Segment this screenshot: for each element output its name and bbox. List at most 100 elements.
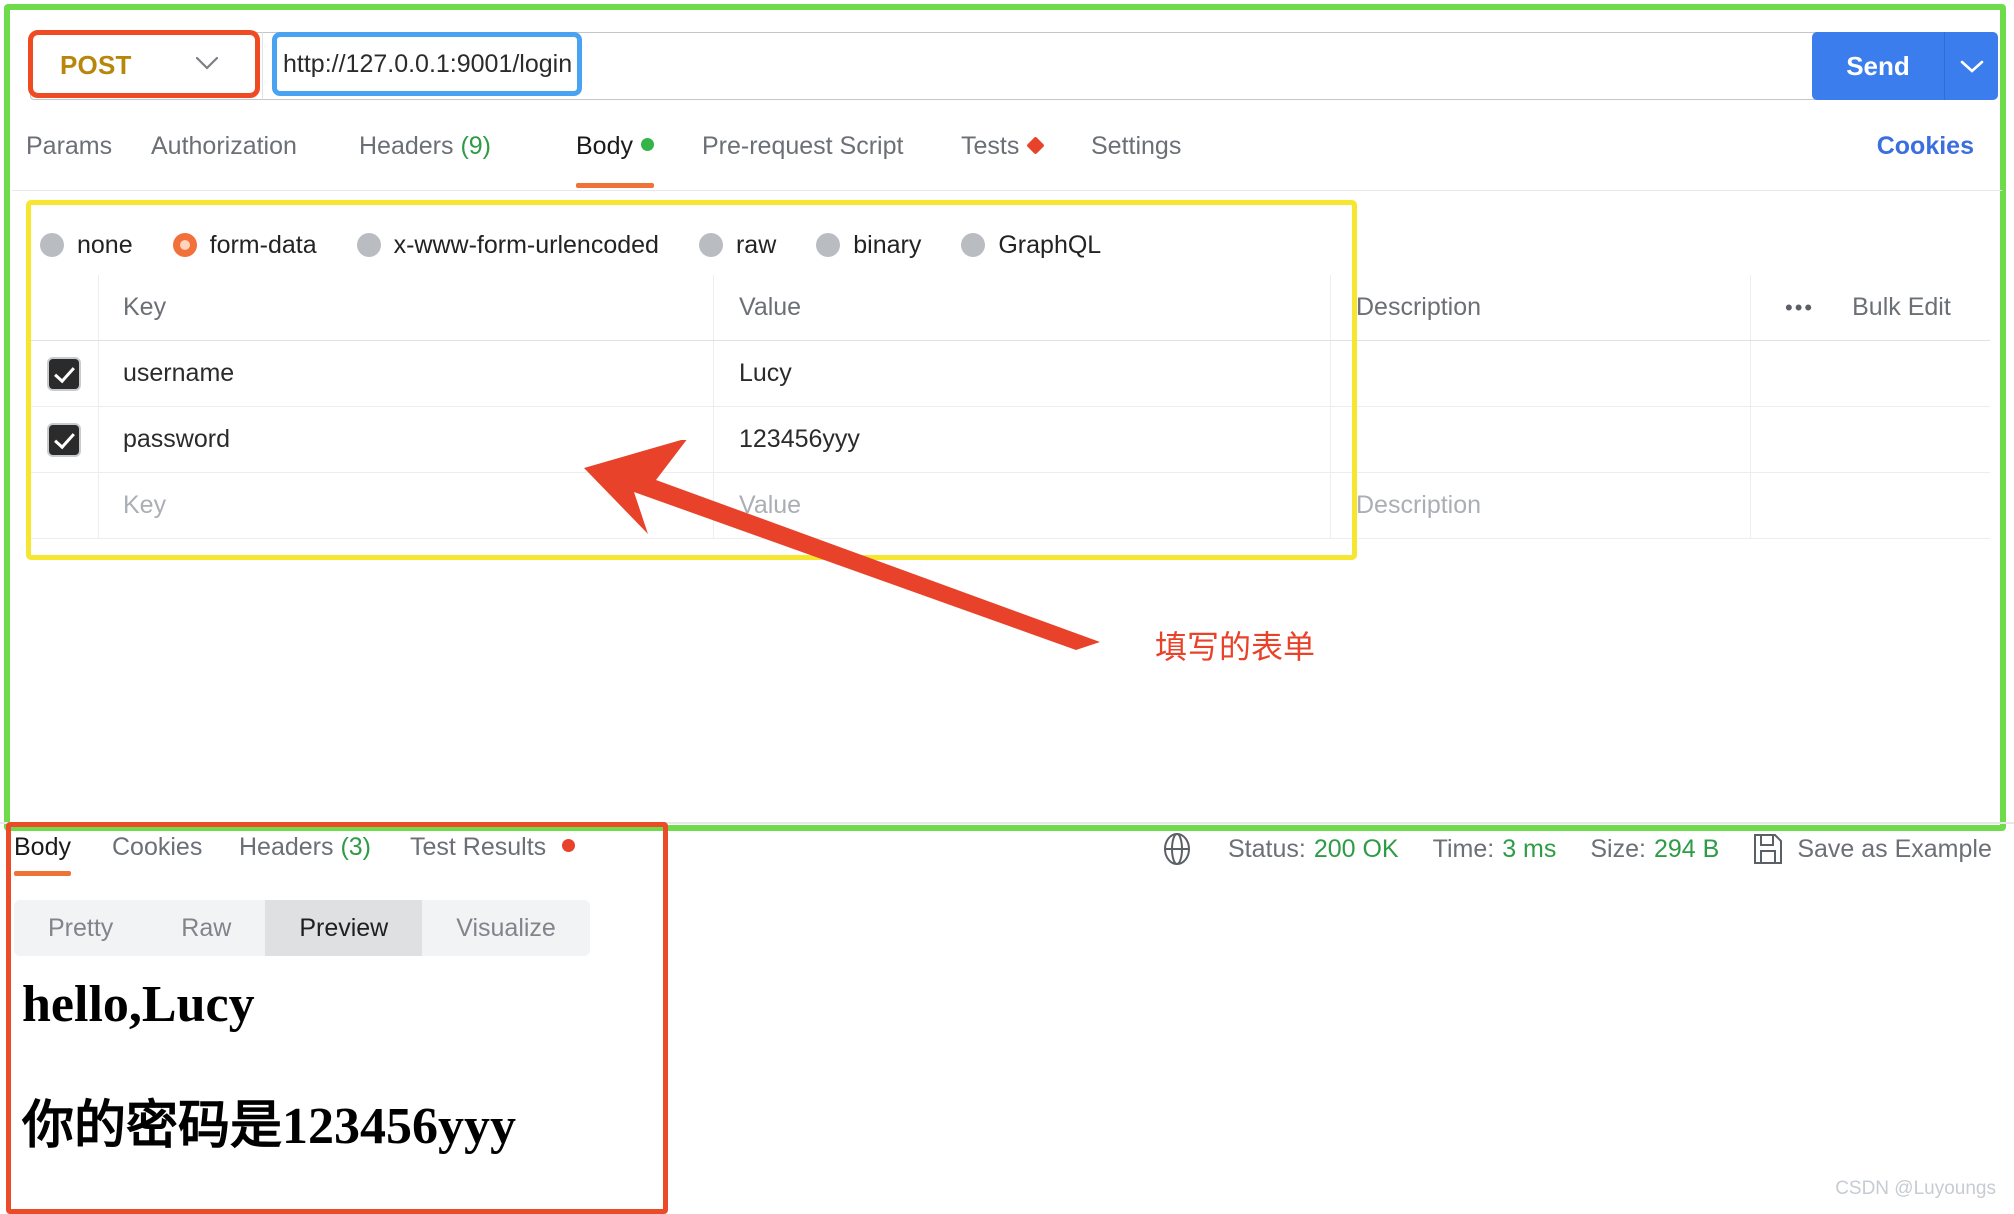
size-badge: Size: 294 B [1590, 835, 1719, 864]
row-value-cell[interactable]: Lucy [714, 341, 1331, 406]
send-options-button[interactable] [1945, 32, 1998, 100]
radio-icon [698, 233, 723, 257]
column-header-value: Value [714, 275, 1331, 340]
table-header-row: Key Value Description ••• Bulk Edit [30, 275, 1990, 341]
request-url-value: http://127.0.0.1:9001/login [283, 50, 573, 78]
response-tab-cookies[interactable]: Cookies [112, 833, 202, 862]
postman-window: POST http://127.0.0.1:9001/login Send Pa… [0, 0, 2014, 1214]
table-row[interactable]: password 123456yyy [30, 407, 1990, 473]
time-label: Time: [1432, 834, 1495, 863]
view-mode-raw[interactable]: Raw [147, 900, 265, 956]
radio-icon [816, 233, 841, 257]
radio-selected-icon [172, 233, 197, 257]
watermark: CSDN @Luyoungs [1835, 1178, 1996, 1199]
view-mode-visualize[interactable]: Visualize [422, 900, 590, 956]
row-value-cell[interactable]: 123456yyy [714, 407, 1331, 472]
response-headers-count-badge: (3) [340, 833, 372, 861]
tests-modified-diamond-icon [1026, 136, 1046, 155]
response-view-mode-group: Pretty Raw Preview Visualize [14, 900, 590, 956]
body-type-radio-group: none form-data x-www-form-urlencoded raw… [40, 215, 1141, 275]
save-as-example-button[interactable]: Save as Example [1797, 835, 1992, 864]
chevron-down-icon [1960, 60, 1983, 73]
row-checkbox-cell[interactable] [30, 407, 99, 472]
tabs-divider [12, 190, 2002, 191]
column-header-description: Description [1331, 275, 1751, 340]
row-actions-cell [1751, 341, 1990, 406]
radio-label: GraphQL [998, 230, 1102, 259]
row-description-cell[interactable] [1331, 341, 1751, 406]
radio-label: x-www-form-urlencoded [393, 230, 659, 259]
http-method-value: POST [60, 50, 132, 80]
tab-label: Headers [359, 132, 454, 160]
tab-label: Test Results [410, 833, 547, 861]
send-button[interactable]: Send [1812, 32, 1945, 100]
radio-icon [356, 233, 381, 257]
response-tab-test-results[interactable]: Test Results [410, 833, 576, 862]
radio-label: none [77, 230, 133, 259]
tab-label: Headers [239, 833, 334, 861]
request-tab-bar: Params Authorization Headers (9) Body Pr… [26, 132, 1926, 190]
form-data-table: Key Value Description ••• Bulk Edit user… [30, 275, 1990, 539]
tab-settings[interactable]: Settings [1091, 132, 1181, 176]
body-type-form-data[interactable]: form-data [172, 230, 317, 260]
new-row-key-input[interactable]: Key [99, 473, 714, 538]
active-tab-underline [14, 871, 71, 876]
globe-icon [1160, 832, 1194, 866]
radio-label: form-data [209, 230, 317, 259]
time-badge: Time: 3 ms [1433, 835, 1557, 864]
chevron-down-icon [196, 56, 218, 70]
response-panel-divider [0, 822, 2014, 824]
new-row-description-input[interactable]: Description [1331, 473, 1751, 538]
annotation-label: 填写的表单 [1155, 629, 1316, 665]
tab-params[interactable]: Params [26, 132, 112, 176]
body-type-none[interactable]: none [40, 231, 133, 260]
row-key-cell[interactable]: username [99, 341, 714, 406]
active-tab-underline [576, 183, 654, 188]
bulk-edit-label[interactable]: Bulk Edit [1852, 293, 1951, 322]
test-results-dot-icon [562, 839, 576, 852]
response-preview-content: hello,Lucy 你的密码是123456yyy [22, 975, 652, 1157]
checkbox-checked-icon[interactable] [49, 424, 79, 455]
row-key-cell[interactable]: password [99, 407, 714, 472]
radio-label: binary [853, 230, 922, 259]
row-description-cell[interactable] [1331, 407, 1751, 472]
response-meta-bar: Status: 200 OK Time: 3 ms Size: 294 B Sa… [1160, 832, 2014, 866]
time-value: 3 ms [1502, 834, 1557, 863]
body-modified-dot-icon [640, 138, 654, 151]
view-mode-preview[interactable]: Preview [265, 900, 423, 956]
table-row-empty[interactable]: Key Value Description [30, 473, 1990, 539]
send-button-group[interactable]: Send [1812, 32, 1998, 100]
headers-count-badge: (9) [460, 132, 492, 160]
radio-icon [40, 233, 64, 257]
more-options-icon[interactable]: ••• [1785, 295, 1814, 321]
new-row-value-input[interactable]: Value [714, 473, 1331, 538]
radio-icon [961, 233, 986, 257]
body-type-graphql[interactable]: GraphQL [961, 231, 1101, 260]
column-header-key: Key [99, 275, 714, 340]
tab-authorization[interactable]: Authorization [151, 132, 297, 176]
save-icon[interactable] [1753, 833, 1783, 865]
cookies-link[interactable]: Cookies [1877, 132, 1974, 161]
tab-pre-request-script[interactable]: Pre-request Script [702, 132, 903, 176]
status-value: 200 OK [1313, 834, 1399, 863]
row-checkbox-cell[interactable] [30, 473, 99, 538]
response-tab-body[interactable]: Body [14, 833, 71, 876]
table-row[interactable]: username Lucy [30, 341, 1990, 407]
response-tab-headers[interactable]: Headers (3) [239, 833, 371, 862]
radio-label: raw [735, 230, 777, 259]
checkbox-checked-icon[interactable] [49, 358, 79, 389]
tab-label: Pre-request Script [702, 132, 904, 160]
tab-headers[interactable]: Headers (9) [359, 132, 491, 176]
body-type-raw[interactable]: raw [698, 230, 777, 260]
body-type-x-www-form-urlencoded[interactable]: x-www-form-urlencoded [356, 230, 659, 260]
bulk-edit-cell[interactable]: ••• Bulk Edit [1751, 275, 1990, 340]
body-type-binary[interactable]: binary [816, 231, 921, 260]
view-mode-pretty[interactable]: Pretty [14, 900, 147, 956]
tab-label: Body [576, 132, 633, 160]
tab-body[interactable]: Body [576, 132, 654, 188]
tab-tests[interactable]: Tests [961, 132, 1046, 176]
tab-label: Cookies [112, 833, 203, 861]
tab-label: Authorization [151, 132, 297, 160]
row-checkbox-cell[interactable] [30, 341, 99, 406]
size-value: 294 B [1653, 834, 1720, 863]
